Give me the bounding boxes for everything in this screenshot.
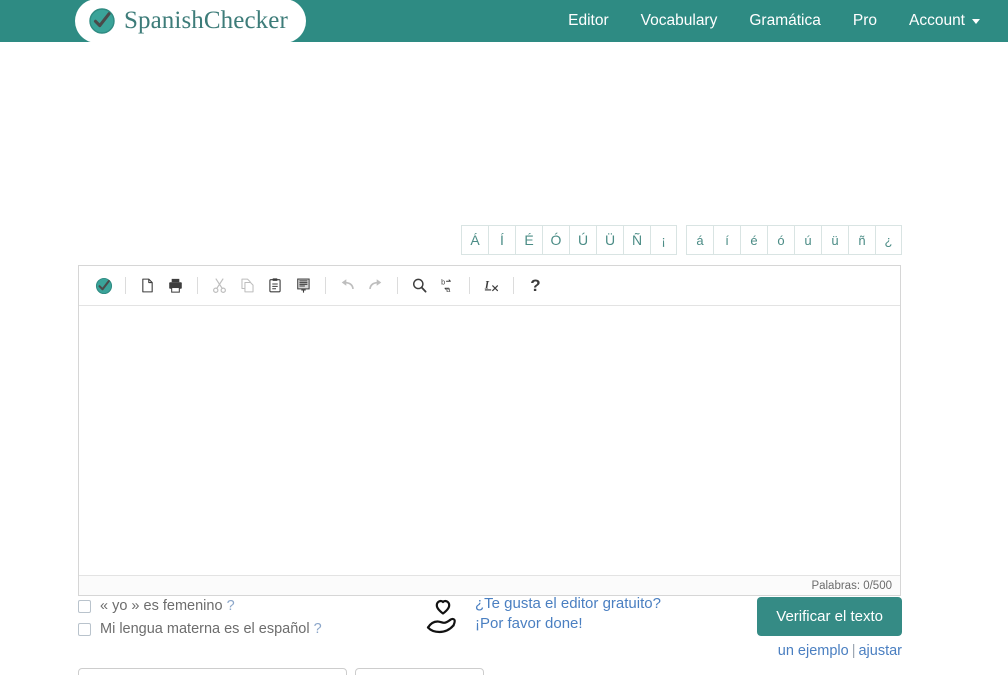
verify-text-button[interactable]: Verificar el texto — [757, 597, 902, 636]
accent-btn-n-tilde[interactable]: ñ — [848, 225, 875, 255]
accent-btn-E-acute[interactable]: É — [515, 225, 542, 255]
accent-btn-e-acute[interactable]: é — [740, 225, 767, 255]
editor-status-bar: Palabras: 0/500 — [79, 575, 900, 595]
accent-btn-inverted-question[interactable]: ¿ — [875, 225, 902, 255]
accent-btn-U-acute[interactable]: Ú — [569, 225, 596, 255]
svg-text:a: a — [446, 285, 451, 294]
new-document-icon[interactable] — [135, 273, 160, 298]
conjugation-select[interactable]: Conjugación verbal — [78, 668, 347, 675]
replace-icon[interactable]: b a — [435, 273, 460, 298]
help-icon[interactable]: ? — [523, 273, 548, 298]
editor-actions: Verificar el texto un ejemplo | ajustar — [757, 597, 902, 659]
accent-btn-O-acute[interactable]: Ó — [542, 225, 569, 255]
copy-icon — [235, 273, 260, 298]
option-row-yo-femenino[interactable]: « yo » es femenino ? — [78, 598, 322, 614]
option-label-yo-femenino-text: « yo » es femenino — [100, 598, 223, 614]
verb-input[interactable] — [355, 668, 484, 675]
donation-text: ¿Te gusta el editor gratuito? ¡Por favor… — [475, 595, 661, 632]
option-label-lengua-materna-question: ? — [313, 621, 322, 637]
checkbox-yo-femenino[interactable] — [78, 599, 91, 613]
undo-icon — [335, 273, 360, 298]
word-count-label: Palabras: 0/500 — [811, 579, 892, 592]
accent-btn-o-acute[interactable]: ó — [767, 225, 794, 255]
nav-item-vocabulary[interactable]: Vocabulary — [641, 12, 718, 30]
toolbar-separator — [397, 277, 398, 294]
paste-icon[interactable] — [263, 273, 288, 298]
accent-btn-u-acute[interactable]: ú — [794, 225, 821, 255]
nav-links: Editor Vocabulary Gramática Pro Account — [568, 12, 1008, 30]
brand-logo[interactable]: SpanishChecker — [75, 0, 306, 43]
accent-btn-N-tilde[interactable]: Ñ — [623, 225, 650, 255]
brand-name: SpanishChecker — [124, 7, 288, 34]
accent-btn-u-diaeresis[interactable]: ü — [821, 225, 848, 255]
top-navigation-bar: SpanishChecker Editor Vocabulary Gramáti… — [0, 0, 1008, 43]
text-editor: b a I ? Palabras: 0/500 — [78, 265, 901, 596]
accent-btn-I-acute[interactable]: Í — [488, 225, 515, 255]
accent-btn-i-acute[interactable]: í — [713, 225, 740, 255]
nav-item-account-label: Account — [908, 12, 965, 29]
accent-character-bar: Á Í É Ó Ú Ü Ñ ¡ á í é ó ú ü ñ ¿ — [461, 225, 902, 255]
donation-cta-link[interactable]: ¡Por favor done! — [475, 615, 661, 632]
cut-icon — [207, 273, 232, 298]
action-sub-links: un ejemplo | ajustar — [778, 643, 902, 659]
print-icon[interactable] — [163, 273, 188, 298]
chevron-down-icon — [972, 18, 980, 24]
toolbar-separator — [197, 277, 198, 294]
accent-btn-inverted-exclamation[interactable]: ¡ — [650, 225, 677, 255]
checkbox-lengua-materna[interactable] — [78, 622, 91, 636]
nav-item-pro[interactable]: Pro — [853, 12, 877, 30]
donation-question-link[interactable]: ¿Te gusta el editor gratuito? — [475, 595, 661, 612]
editor-text-area[interactable] — [79, 306, 900, 575]
check-circle-icon — [89, 8, 115, 34]
toolbar-separator — [513, 277, 514, 294]
spellcheck-icon[interactable] — [91, 273, 116, 298]
editor-options: « yo » es femenino ? Mi lengua materna e… — [78, 598, 322, 637]
remove-format-icon[interactable]: I — [479, 273, 504, 298]
conjugation-tools: Conjugación verbal — [78, 668, 484, 675]
adjust-link[interactable]: ajustar — [858, 643, 902, 659]
accent-group-lowercase: á í é ó ú ü ñ ¿ — [686, 225, 902, 255]
option-label-yo-femenino-question: ? — [226, 598, 235, 614]
donation-callout: ¿Te gusta el editor gratuito? ¡Por favor… — [423, 595, 661, 637]
accent-group-uppercase: Á Í É Ó Ú Ü Ñ ¡ — [461, 225, 677, 255]
option-label-lengua-materna-text: Mi lengua materna es el español — [100, 621, 310, 637]
accent-btn-U-diaeresis[interactable]: Ü — [596, 225, 623, 255]
option-label-lengua-materna[interactable]: Mi lengua materna es el español ? — [100, 621, 322, 637]
nav-item-gramatica[interactable]: Gramática — [749, 12, 821, 30]
toolbar-separator — [325, 277, 326, 294]
nav-item-account[interactable]: Account — [909, 12, 980, 30]
heart-in-hand-icon — [423, 597, 463, 637]
redo-icon — [363, 273, 388, 298]
accent-btn-A-acute[interactable]: Á — [461, 225, 488, 255]
svg-text:b: b — [441, 277, 445, 286]
toolbar-separator — [469, 277, 470, 294]
accent-btn-a-acute[interactable]: á — [686, 225, 713, 255]
find-icon[interactable] — [407, 273, 432, 298]
toolbar-separator — [125, 277, 126, 294]
option-label-yo-femenino[interactable]: « yo » es femenino ? — [100, 598, 235, 614]
nav-item-editor[interactable]: Editor — [568, 12, 609, 30]
paste-as-text-icon[interactable] — [291, 273, 316, 298]
option-row-lengua-materna[interactable]: Mi lengua materna es el español ? — [78, 621, 322, 637]
example-link[interactable]: un ejemplo — [778, 643, 849, 659]
editor-toolbar: b a I ? — [79, 266, 900, 306]
link-separator: | — [851, 643, 856, 659]
help-icon-glyph: ? — [530, 276, 541, 295]
